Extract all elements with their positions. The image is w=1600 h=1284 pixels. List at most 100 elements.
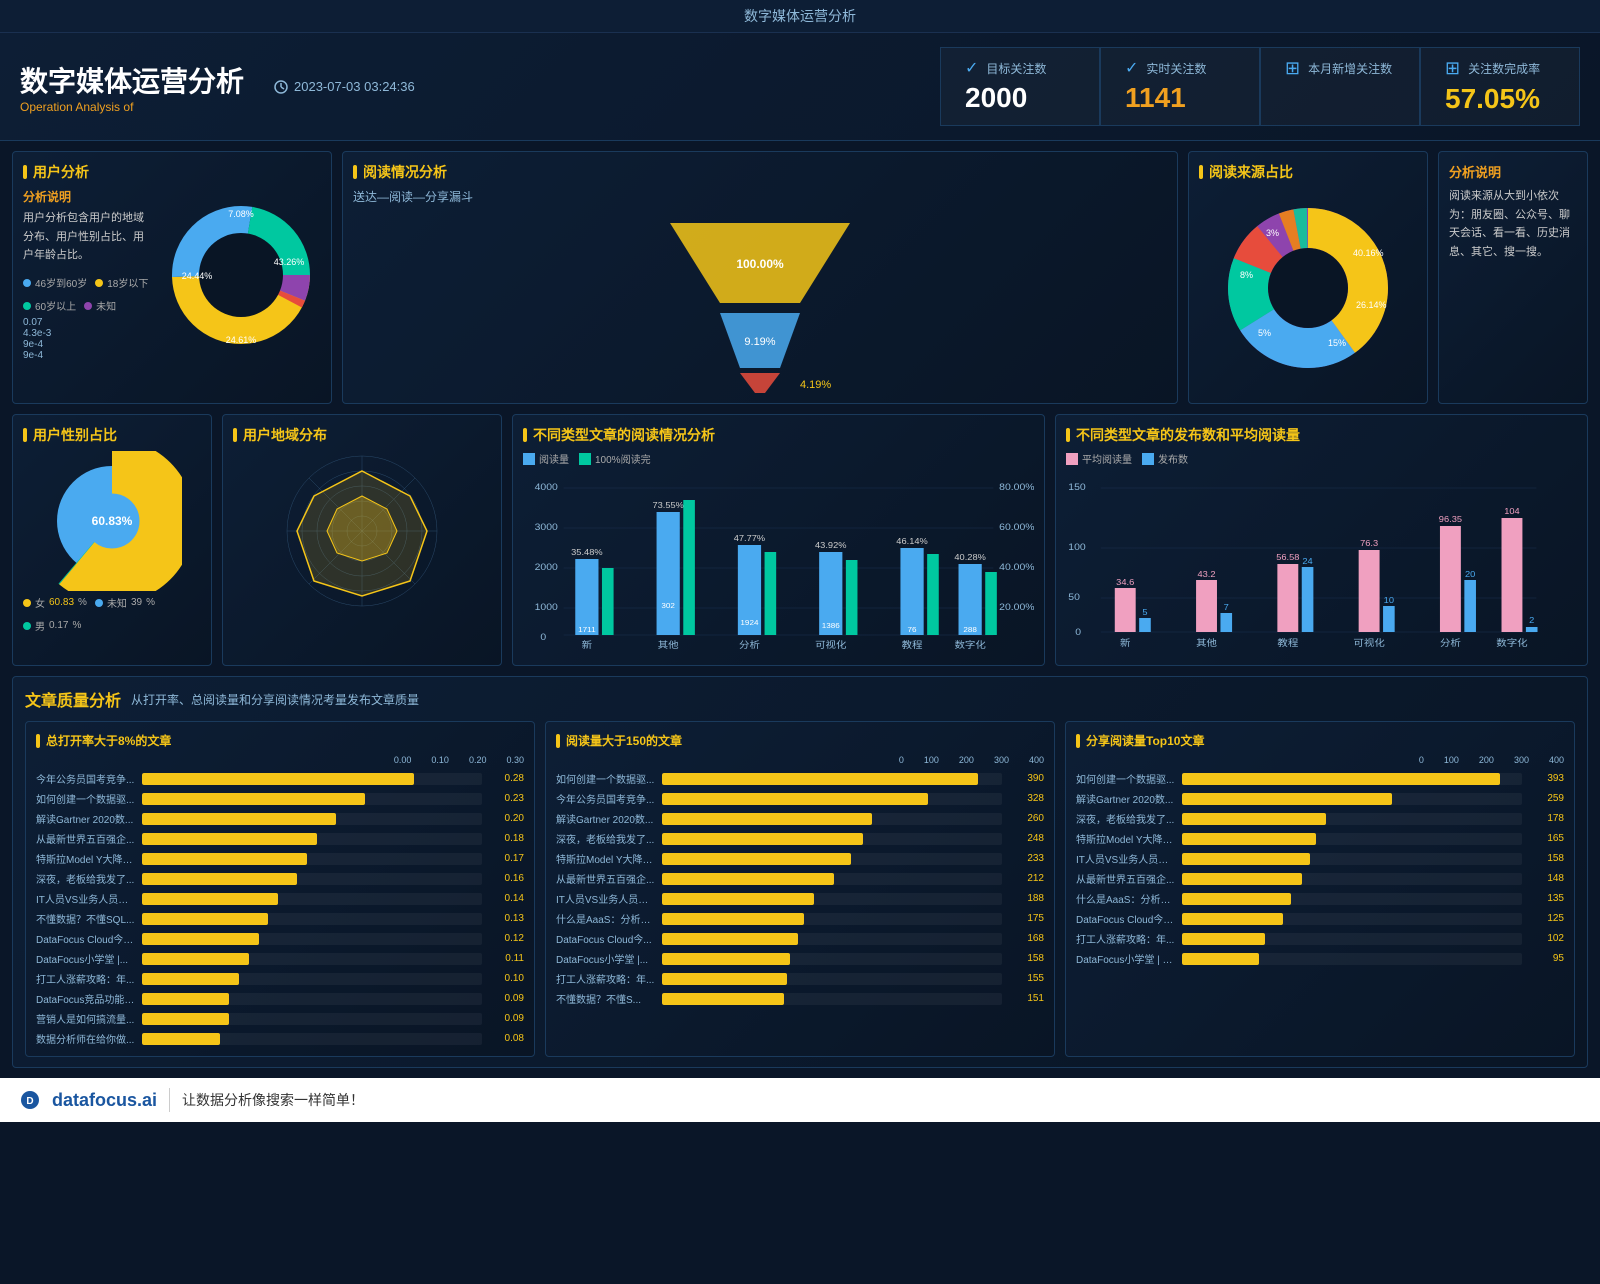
bar-value: 151	[1008, 993, 1044, 1004]
gender-chart-area: 60.83% 女 60.83% 未知 39% 男	[23, 451, 201, 633]
bar-fill	[662, 973, 787, 985]
svg-text:24.44%: 24.44%	[182, 271, 213, 281]
bar-fill	[662, 913, 804, 925]
bar-value: 102	[1528, 933, 1564, 944]
bar-fill	[662, 893, 814, 905]
bar-label: IT人员VS业务人员到...	[556, 891, 656, 906]
bar-label: 打工人涨薪攻略：年...	[556, 971, 656, 986]
bar-fill	[1182, 913, 1283, 925]
footer-slogan: 让数据分析像搜索一样简单！	[182, 1090, 364, 1110]
svg-text:分析: 分析	[1440, 637, 1461, 649]
bar-fill	[662, 993, 784, 1005]
bar-value: 158	[1528, 853, 1564, 864]
bar-track	[662, 933, 1002, 945]
legend-female: 女 60.83%	[23, 595, 87, 610]
bar-item: 从最新世界五百强企... 0.18	[36, 831, 524, 846]
svg-text:数字化: 数字化	[954, 639, 986, 650]
clock-icon	[274, 80, 288, 94]
bar-fill	[662, 773, 978, 785]
svg-text:新: 新	[1120, 637, 1131, 649]
bar-label: 如何创建一个数据驱...	[1076, 771, 1176, 786]
bar-fill	[1182, 953, 1259, 965]
bar-label: 解读Gartner 2020数...	[36, 811, 136, 826]
bar-fill	[142, 873, 297, 885]
bar-item: 不懂数据？不懂SQL... 0.13	[36, 911, 524, 926]
bar-item: 不懂数据？不懂S... 151	[556, 991, 1044, 1006]
row-2: 用户性别占比 60.83% 女 60.83% 未知	[12, 414, 1588, 666]
legend-age-3: 60岁以上	[23, 298, 76, 313]
footer-logo: datafocus.ai	[52, 1090, 157, 1111]
kpi-target-label: ✓ 目标关注数	[965, 58, 1046, 78]
svg-text:教程: 教程	[1277, 637, 1298, 649]
svg-text:47.77%: 47.77%	[734, 534, 766, 543]
bar-track	[662, 893, 1002, 905]
row-1: 用户分析 分析说明 用户分析包含用户的地域分布、用户性别占比、用户年龄占比。 4…	[12, 151, 1588, 404]
svg-text:分析: 分析	[739, 639, 760, 650]
svg-text:可视化: 可视化	[1353, 637, 1385, 649]
bar-item: 什么是AaaS：分析即... 175	[556, 911, 1044, 926]
bar-item: 从最新世界五百强企... 212	[556, 871, 1044, 886]
main-content: 用户分析 分析说明 用户分析包含用户的地域分布、用户性别占比、用户年龄占比。 4…	[0, 141, 1600, 1078]
bar-label: DataFocus小学堂 |...	[556, 951, 656, 966]
bar-value: 328	[1008, 793, 1044, 804]
bar-value: 0.14	[488, 893, 524, 904]
svg-text:10: 10	[1384, 596, 1395, 605]
bar-label: 特斯拉Model Y大降价...	[1076, 831, 1176, 846]
article-type-legend: 阅读量 100%阅读完	[523, 451, 1034, 466]
bar-item: IT人员VS业务人员到... 0.14	[36, 891, 524, 906]
bar-label: IT人员VS业务人员到...	[1076, 851, 1176, 866]
publish-panel: 不同类型文章的发布数和平均阅读量 平均阅读量 发布数 150 100 50 0	[1055, 414, 1588, 666]
high-read-panel: 阅读量大于150的文章 0100200300400 如何创建一个数据驱... 3…	[545, 721, 1055, 1057]
svg-text:40.28%: 40.28%	[954, 553, 986, 562]
bar-track	[1182, 813, 1522, 825]
top-bar: 数字媒体运营分析	[0, 0, 1600, 33]
age-donut-svg: 24.44% 7.08% 43.26% 24.61%	[161, 195, 321, 355]
bar-label: 什么是AaaS：分析探...	[1076, 891, 1176, 906]
bar-track	[662, 913, 1002, 925]
bar-track	[1182, 893, 1522, 905]
user-analysis-body: 分析说明 用户分析包含用户的地域分布、用户性别占比、用户年龄占比。 46岁到60…	[23, 188, 321, 361]
geo-radar-svg: .radar-grid { stroke: #2a4a6a; stroke-wi…	[262, 441, 462, 621]
quality-charts-row: 总打开率大于8%的文章 0.000.100.200.30 今年公务员国考竞争..…	[25, 721, 1575, 1057]
bar-label: DataFocus Cloud今日...	[1076, 911, 1176, 926]
kpi-completion-rate: ⊞ 关注数完成率 57.05%	[1420, 47, 1580, 126]
bar-label: DataFocus竞品功能库...	[36, 991, 136, 1006]
svg-text:新: 新	[582, 639, 593, 650]
svg-text:26.14%: 26.14%	[1356, 300, 1387, 310]
svg-text:5%: 5%	[1258, 328, 1271, 338]
bar-label: 解读Gartner 2020数...	[1076, 791, 1176, 806]
svg-text:1711: 1711	[578, 626, 595, 634]
bar-item: DataFocus Cloud今... 168	[556, 931, 1044, 946]
quality-title: 文章质量分析	[25, 687, 121, 711]
bar-item: DataFocus小学堂 |... 0.11	[36, 951, 524, 966]
svg-text:24.61%: 24.61%	[226, 335, 257, 345]
svg-text:其他: 其他	[658, 639, 679, 650]
bar-item: 深夜，老板给我发了... 0.16	[36, 871, 524, 886]
bar-track	[142, 1033, 482, 1045]
bar-label: 不懂数据？不懂S...	[556, 991, 656, 1006]
bar-fill	[142, 773, 414, 785]
bar-fill	[662, 853, 851, 865]
bar-value: 155	[1008, 973, 1044, 984]
bar-label: 深夜，老板给我发了...	[36, 871, 136, 886]
bar-label: DataFocus Cloud今日...	[36, 931, 136, 946]
svg-text:46.14%: 46.14%	[896, 537, 928, 546]
bar-item: 今年公务员国考竞争... 0.28	[36, 771, 524, 786]
kpi-realtime-value: 1141	[1125, 82, 1186, 114]
svg-text:60.83%: 60.83%	[92, 514, 133, 528]
bar-label: 数据分析师在给你做...	[36, 1031, 136, 1046]
bar-value: 0.09	[488, 993, 524, 1004]
bar-track	[142, 973, 482, 985]
svg-text:35.48%: 35.48%	[571, 548, 603, 557]
bar-value: 0.17	[488, 853, 524, 864]
svg-text:1924: 1924	[740, 619, 758, 627]
bar-track	[1182, 793, 1522, 805]
source-title: 阅读来源占比	[1199, 162, 1417, 182]
publish-legend: 平均阅读量 发布数	[1066, 451, 1577, 466]
svg-text:D: D	[26, 1096, 33, 1107]
svg-text:80.00%: 80.00%	[999, 483, 1034, 493]
open-rate-axis: 0.000.100.200.30	[36, 755, 524, 765]
bar-track	[142, 773, 482, 785]
bar-track	[662, 793, 1002, 805]
bar-fill	[662, 833, 863, 845]
